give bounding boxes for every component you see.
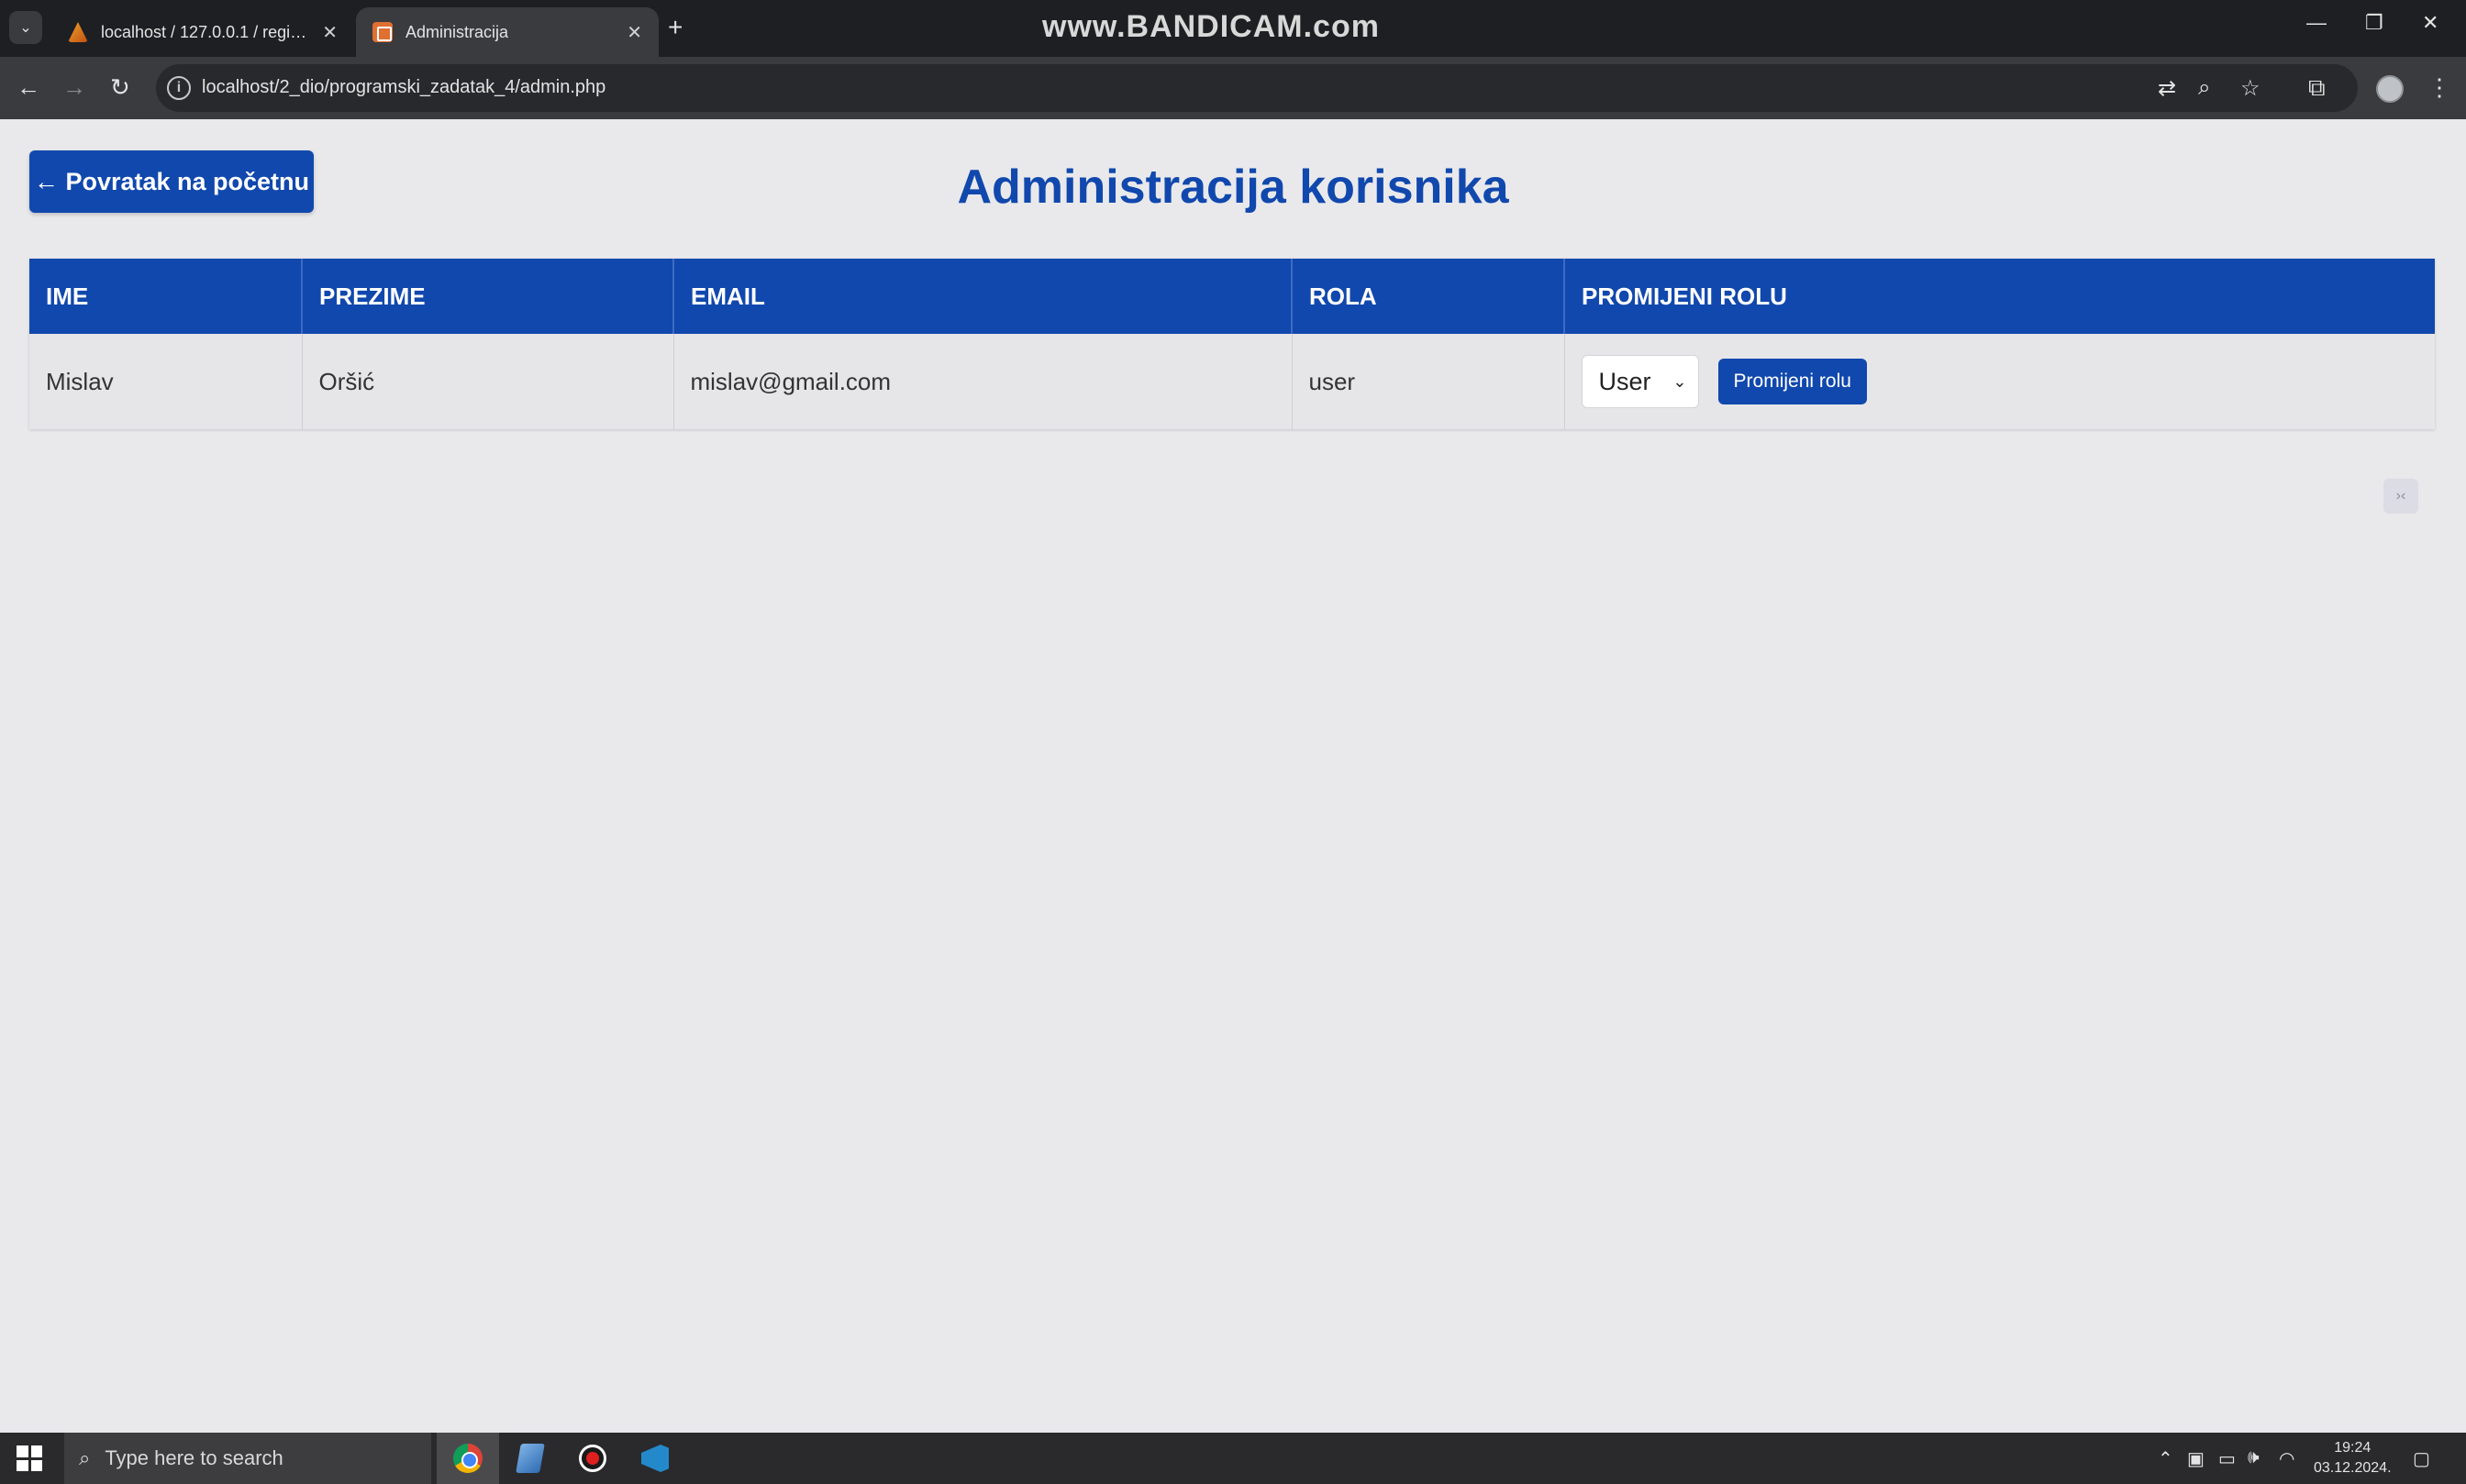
windows-start-icon[interactable] bbox=[17, 1445, 42, 1471]
zoom-icon[interactable]: ⌕ bbox=[2198, 75, 2210, 101]
tab-administracija[interactable]: Administracija ✕ bbox=[356, 7, 659, 57]
clock-time: 19:24 bbox=[2334, 1440, 2372, 1456]
column-header-email: EMAIL bbox=[673, 259, 1293, 334]
site-info-icon[interactable]: i bbox=[167, 76, 191, 100]
floating-widget-icon[interactable]: ›‹ bbox=[2383, 479, 2418, 514]
reload-icon[interactable]: ↻ bbox=[110, 73, 130, 102]
tab-title: Administracija bbox=[405, 22, 509, 41]
tab-close-icon[interactable]: ✕ bbox=[322, 21, 338, 44]
url-text[interactable]: localhost/2_dio/programski_zadatak_4/adm… bbox=[202, 77, 605, 98]
cell-email: mislav@gmail.com bbox=[673, 334, 1293, 429]
cell-promijeni-rolu: User ⌄ Promijeni rolu bbox=[1564, 334, 2435, 429]
cell-ime: Mislav bbox=[29, 334, 303, 429]
tab-title: localhost / 127.0.0.1 / registrac bbox=[101, 22, 314, 41]
users-table: IME PREZIME EMAIL ROLA PROMIJENI ROLU Mi… bbox=[29, 259, 2435, 429]
taskbar-bandicam-app[interactable] bbox=[561, 1433, 624, 1484]
browser-toolbar: ← → ↻ i localhost/2_dio/programski_zadat… bbox=[0, 57, 2466, 119]
tray-display-icon[interactable]: ▣ bbox=[2187, 1447, 2205, 1470]
chrome-icon bbox=[453, 1444, 483, 1473]
taskbar-chrome-app[interactable] bbox=[437, 1433, 499, 1484]
role-select[interactable]: User ⌄ bbox=[1581, 355, 1699, 408]
bookmark-star-icon[interactable]: ☆ bbox=[2240, 75, 2260, 102]
phpmyadmin-icon bbox=[68, 22, 88, 42]
extensions-icon[interactable]: ⧉ bbox=[2308, 73, 2326, 103]
page-title: Administracija korisnika bbox=[957, 161, 1509, 214]
volume-icon[interactable]: 🕪 bbox=[2248, 1447, 2260, 1468]
back-arrow-icon[interactable]: ← bbox=[17, 73, 40, 102]
wifi-icon[interactable]: ◠ bbox=[2279, 1447, 2294, 1470]
minimize-icon[interactable]: — bbox=[2306, 11, 2327, 35]
notes-app-icon bbox=[516, 1444, 545, 1473]
taskbar-search-box[interactable]: ⌕ Type here to search bbox=[64, 1433, 431, 1484]
record-icon bbox=[579, 1445, 606, 1472]
forward-arrow-icon[interactable]: → bbox=[62, 73, 86, 102]
tab-phpmyadmin[interactable]: localhost / 127.0.0.1 / registrac ✕ bbox=[51, 7, 354, 57]
search-icon: ⌕ bbox=[79, 1446, 91, 1469]
role-select-value: User bbox=[1598, 367, 1651, 395]
address-bar[interactable]: i localhost/2_dio/programski_zadatak_4/a… bbox=[156, 64, 2358, 112]
windows-taskbar: ⌕ Type here to search ⌃ ▣ ▭ 🕪 ◠ 19:24 03… bbox=[0, 1433, 2466, 1484]
page-content: ← Povratak na početnu Administracija kor… bbox=[0, 119, 2466, 1433]
vscode-icon bbox=[641, 1445, 669, 1472]
profile-avatar-icon[interactable] bbox=[2376, 75, 2404, 103]
taskbar-vscode-app[interactable] bbox=[624, 1433, 686, 1484]
column-header-prezime: PREZIME bbox=[302, 259, 674, 334]
tab-search-icon[interactable]: ⌄ bbox=[9, 11, 42, 44]
taskbar-notes-app[interactable] bbox=[499, 1433, 561, 1484]
column-header-promijeni-rolu: PROMIJENI ROLU bbox=[1564, 259, 2435, 334]
tab-close-icon[interactable]: ✕ bbox=[627, 21, 642, 44]
menu-kebab-icon[interactable]: ⋮ bbox=[2427, 73, 2451, 102]
cell-rola: user bbox=[1292, 334, 1565, 429]
cell-prezime: Oršić bbox=[302, 334, 674, 429]
change-role-button[interactable]: Promijeni rolu bbox=[1717, 359, 1867, 404]
table-header-row: IME PREZIME EMAIL ROLA PROMIJENI ROLU bbox=[29, 259, 2435, 334]
restore-icon[interactable]: ❐ bbox=[2365, 11, 2383, 35]
column-header-rola: ROLA bbox=[1292, 259, 1565, 334]
clock-date: 03.12.2024. bbox=[2314, 1460, 2392, 1476]
tray-chevron-up-icon[interactable]: ⌃ bbox=[2158, 1447, 2173, 1470]
chevron-down-icon: ⌄ bbox=[1672, 371, 1687, 391]
recording-watermark: www.BANDICAM.com bbox=[1042, 9, 1380, 44]
taskbar-search-placeholder: Type here to search bbox=[105, 1446, 283, 1469]
browser-tab-strip: ⌄ localhost / 127.0.0.1 / registrac ✕ Ad… bbox=[0, 0, 2466, 57]
page-icon bbox=[372, 22, 393, 42]
taskbar-clock[interactable]: 19:24 03.12.2024. bbox=[2314, 1438, 2392, 1478]
battery-icon[interactable]: ▭ bbox=[2218, 1447, 2236, 1470]
column-header-ime: IME bbox=[29, 259, 303, 334]
translate-icon[interactable]: ⇄ bbox=[2158, 75, 2176, 102]
new-tab-icon[interactable]: + bbox=[668, 13, 683, 42]
notifications-icon[interactable]: ▢ bbox=[2413, 1447, 2430, 1470]
close-window-icon[interactable]: ✕ bbox=[2422, 11, 2438, 35]
table-row: Mislav Oršić mislav@gmail.com user User … bbox=[29, 334, 2435, 429]
